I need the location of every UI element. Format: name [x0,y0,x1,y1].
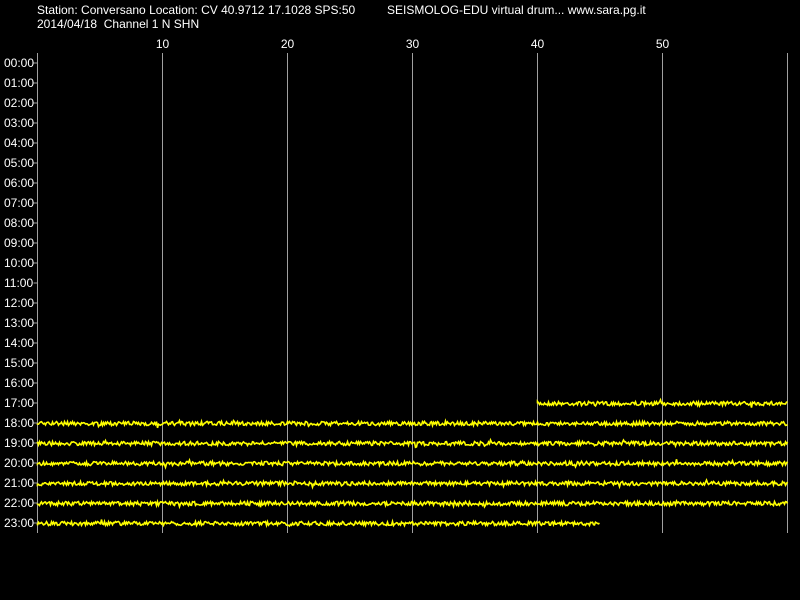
y-tick-label: 04:00 [4,136,34,150]
y-tick-label: 02:00 [4,96,34,110]
y-tick-label: 00:00 [4,56,34,70]
y-tick-label: 16:00 [4,376,34,390]
y-tick-label: 05:00 [4,156,34,170]
y-tick-label: 08:00 [4,216,34,230]
y-tick-label: 10:00 [4,256,34,270]
y-tick-label: 07:00 [4,196,34,210]
y-tick-label: 09:00 [4,236,34,250]
x-tick-label: 40 [531,37,545,51]
x-axis-ticks: 10 20 30 40 50 [156,37,670,51]
y-tick-label: 12:00 [4,296,34,310]
x-tick-label: 30 [406,37,420,51]
y-tick-label: 22:00 [4,496,34,510]
y-tick-label: 17:00 [4,396,34,410]
x-tick-label: 50 [656,37,670,51]
y-tick-label: 21:00 [4,476,34,490]
y-tick-label: 06:00 [4,176,34,190]
x-tick-label: 10 [156,37,170,51]
y-tick-label: 14:00 [4,336,34,350]
x-tick-label: 20 [281,37,295,51]
y-tick-label: 18:00 [4,416,34,430]
y-tick-label: 20:00 [4,456,34,470]
y-tick-label: 13:00 [4,316,34,330]
y-tick-label: 01:00 [4,76,34,90]
grid [37,53,788,533]
y-tick-label: 03:00 [4,116,34,130]
y-tick-label: 23:00 [4,516,34,530]
y-axis-ticks: 00:00 01:00 02:00 03:00 04:00 05:00 06:00 07:00… [4,56,38,530]
seismogram-drum-chart: 10 20 30 40 50 00:00 01:00 02:00 03:00 04:00 05:0… [4,37,789,533]
y-tick-label: 15:00 [4,356,34,370]
y-tick-label: 11:00 [4,276,33,290]
y-tick-label: 19:00 [4,436,34,450]
seismic-trace [36,518,600,529]
